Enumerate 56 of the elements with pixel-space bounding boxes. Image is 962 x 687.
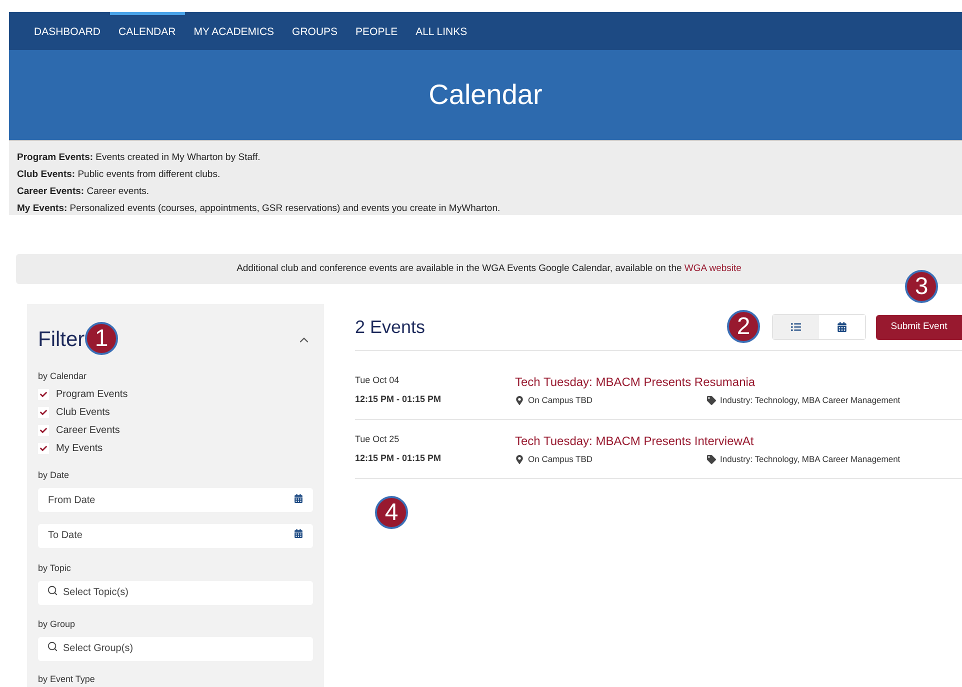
legend-line: Program Events: Events created in My Wharton by Staff. bbox=[17, 151, 262, 165]
event-time: 12:15 PM - 01:15 PM bbox=[355, 452, 442, 465]
filter-label: by Calendar bbox=[38, 370, 88, 383]
legend-line: Career Events: Career events. bbox=[17, 185, 150, 199]
event-title-link[interactable]: Tech Tuesday: MBACM Presents Resumania bbox=[515, 373, 962, 392]
filter-label: by Date bbox=[38, 469, 70, 482]
list-view-button[interactable] bbox=[773, 315, 819, 339]
nav-tab[interactable]: PEOPLE bbox=[346, 12, 407, 50]
nav-tab[interactable]: DASHBOARD bbox=[25, 12, 110, 50]
legend-line: My Events: Personalized events (courses, appointments, GSR reservations) and events you create in MyWharton. bbox=[17, 202, 502, 216]
page-title: Calendar bbox=[428, 78, 542, 112]
checkbox[interactable] bbox=[38, 407, 49, 418]
nav-tab[interactable]: MY ACADEMICS bbox=[184, 12, 284, 50]
event-time: 12:15 PM - 01:15 PM bbox=[355, 393, 442, 406]
event-location: On Campus TBD bbox=[528, 394, 593, 407]
date-field[interactable]: From Date bbox=[38, 488, 313, 512]
search-icon bbox=[47, 585, 58, 596]
date-field[interactable]: To Date bbox=[38, 524, 313, 548]
filter-label: by Group bbox=[38, 618, 76, 631]
checkbox-label: My Events bbox=[56, 442, 103, 456]
calendar-icon bbox=[294, 529, 303, 538]
filter-label: by Topic bbox=[38, 562, 72, 575]
event-location: On Campus TBD bbox=[528, 453, 593, 466]
notice-text: Additional club and conference events are available in the WGA Events Google Calendar, available on the WGA website bbox=[236, 262, 742, 276]
group-search-field[interactable]: Select Group(s) bbox=[38, 636, 313, 660]
event-tags: Industry: Technology, MBA Career Management bbox=[720, 453, 900, 466]
event-date: Tue Oct 04 bbox=[355, 374, 400, 386]
filter-title: Filter bbox=[38, 327, 85, 353]
number-marker: 4 bbox=[375, 496, 408, 529]
event-date: Tue Oct 25 bbox=[355, 432, 400, 446]
calendar-icon bbox=[294, 494, 303, 502]
checkbox-label: Program Events bbox=[56, 388, 128, 402]
topic-search-field[interactable]: Select Topic(s) bbox=[38, 580, 313, 604]
search-icon bbox=[47, 641, 58, 652]
checkbox[interactable] bbox=[38, 389, 49, 400]
list-icon bbox=[791, 322, 801, 332]
map-pin-icon bbox=[515, 396, 524, 405]
map-pin-icon bbox=[515, 455, 524, 464]
filter-label: by Event Type bbox=[38, 672, 96, 686]
number-marker: 3 bbox=[905, 270, 938, 303]
tag-icon bbox=[707, 396, 716, 405]
checkbox[interactable] bbox=[38, 443, 49, 454]
checkbox-label: Club Events bbox=[56, 406, 110, 420]
wga-website-link[interactable]: WGA website bbox=[684, 262, 742, 274]
number-marker: 2 bbox=[727, 310, 760, 343]
tag-icon bbox=[707, 455, 716, 464]
event-tags: Industry: Technology, MBA Career Management bbox=[720, 394, 900, 407]
calendar-icon bbox=[837, 322, 847, 332]
checkbox[interactable] bbox=[38, 425, 49, 436]
legend-line: Club Events: Public events from different clubs. bbox=[17, 168, 222, 182]
event-count: 2 Events bbox=[355, 316, 426, 338]
event-title-link[interactable]: Tech Tuesday: MBACM Presents InterviewAt bbox=[515, 432, 962, 450]
submit-event-button[interactable]: Submit Event bbox=[876, 314, 962, 340]
checkbox-label: Career Events bbox=[56, 424, 120, 438]
nav-tab[interactable]: GROUPS bbox=[283, 12, 347, 50]
nav-tab[interactable]: ALL LINKS bbox=[406, 12, 476, 50]
